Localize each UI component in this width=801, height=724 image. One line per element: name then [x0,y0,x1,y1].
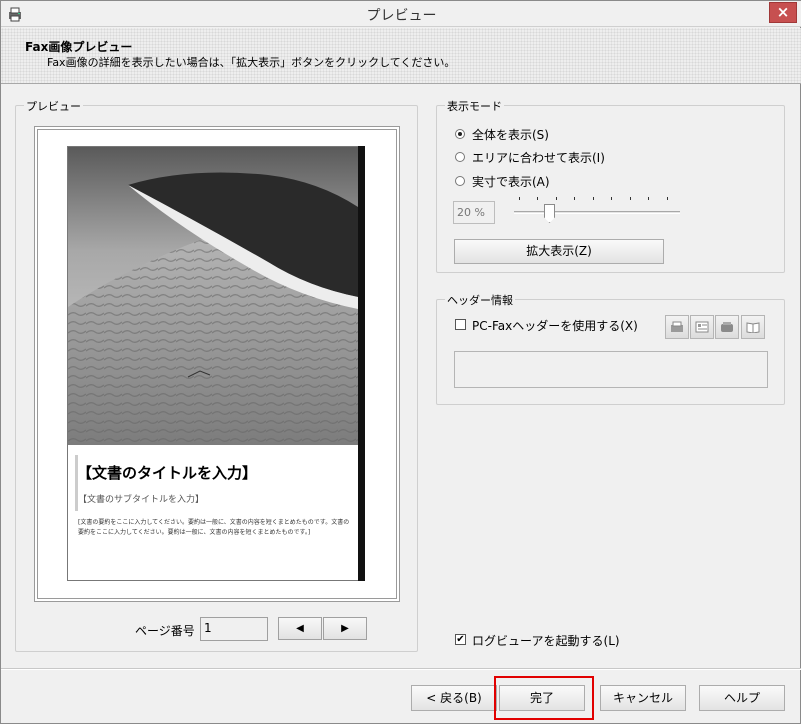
document-body: [文書の要約をここに入力してください。要約は一般に、文書の内容を短くまとめたもの… [78,519,350,536]
address-book-icon[interactable] [741,315,765,339]
slider-tick [537,197,538,200]
radio-actual-size-label[interactable]: 実寸で表示(A) [472,173,550,190]
slider-tick [648,197,649,200]
slider-tick [630,197,631,200]
radio-fit-area[interactable] [455,152,465,162]
help-button[interactable]: ヘルプ [699,685,785,711]
bottom-separator [1,668,801,670]
zoom-in-button[interactable]: 拡大表示(Z) [454,239,664,264]
preview-group-label: プレビュー [24,98,83,114]
slider-tick [611,197,612,200]
slider-tick [574,197,575,200]
zoom-percent-field: 20 % [453,201,495,224]
log-viewer-checkbox[interactable]: ✔ [455,634,466,645]
use-header-checkbox[interactable] [455,319,466,330]
slider-tick [667,197,668,200]
header-info-group-label: ヘッダー情報 [445,292,515,308]
preview-window: プレビュー × Fax画像プレビュー Fax画像の詳細を表示したい場合は、「拡大… [0,0,801,724]
window-title: プレビュー [366,8,437,24]
use-header-label[interactable]: PC-Faxヘッダーを使用する(X) [472,317,638,334]
page-number-field[interactable]: 1 [200,617,268,641]
page-number-label: ページ番号 [135,624,195,638]
right-arrow-icon: ▶ [341,623,349,634]
slider-tick [593,197,594,200]
left-arrow-icon: ◀ [296,623,304,634]
close-button[interactable]: × [769,2,797,23]
desert-dune-image [68,147,358,445]
header-description: Fax画像の詳細を表示したい場合は、「拡大表示」ボタンをクリックしてください。 [47,56,456,69]
page-edge [358,146,365,581]
fax-machine-icon[interactable] [665,315,689,339]
radio-actual-size[interactable] [455,176,465,186]
next-page-button[interactable]: ▶ [323,617,367,640]
finish-highlight-box [494,676,594,720]
document-title: 【文書のタイトルを入力】 [77,464,258,482]
title-bar: プレビュー × [1,1,801,27]
zoom-slider-track[interactable] [514,211,680,214]
document-subtitle: 【文書のサブタイトルを入力】 [78,495,205,505]
header-text-field [454,351,768,388]
log-viewer-label[interactable]: ログビューアを起動する(L) [472,632,620,649]
phone-icon[interactable] [715,315,739,339]
cancel-button[interactable]: キャンセル [600,685,686,711]
radio-fit-whole-label[interactable]: 全体を表示(S) [472,126,549,143]
display-mode-group-label: 表示モード [445,98,504,114]
back-button[interactable]: < 戻る(B) [411,685,497,711]
header-banner: Fax画像プレビュー Fax画像の詳細を表示したい場合は、「拡大表示」ボタンをク… [1,28,801,84]
slider-tick [519,197,520,200]
prev-page-button[interactable]: ◀ [278,617,322,640]
slider-tick [556,197,557,200]
list-card-icon[interactable] [690,315,714,339]
header-title: Fax画像プレビュー [25,40,133,54]
radio-fit-area-label[interactable]: エリアに合わせて表示(I) [472,149,605,166]
radio-fit-whole[interactable] [455,129,465,139]
